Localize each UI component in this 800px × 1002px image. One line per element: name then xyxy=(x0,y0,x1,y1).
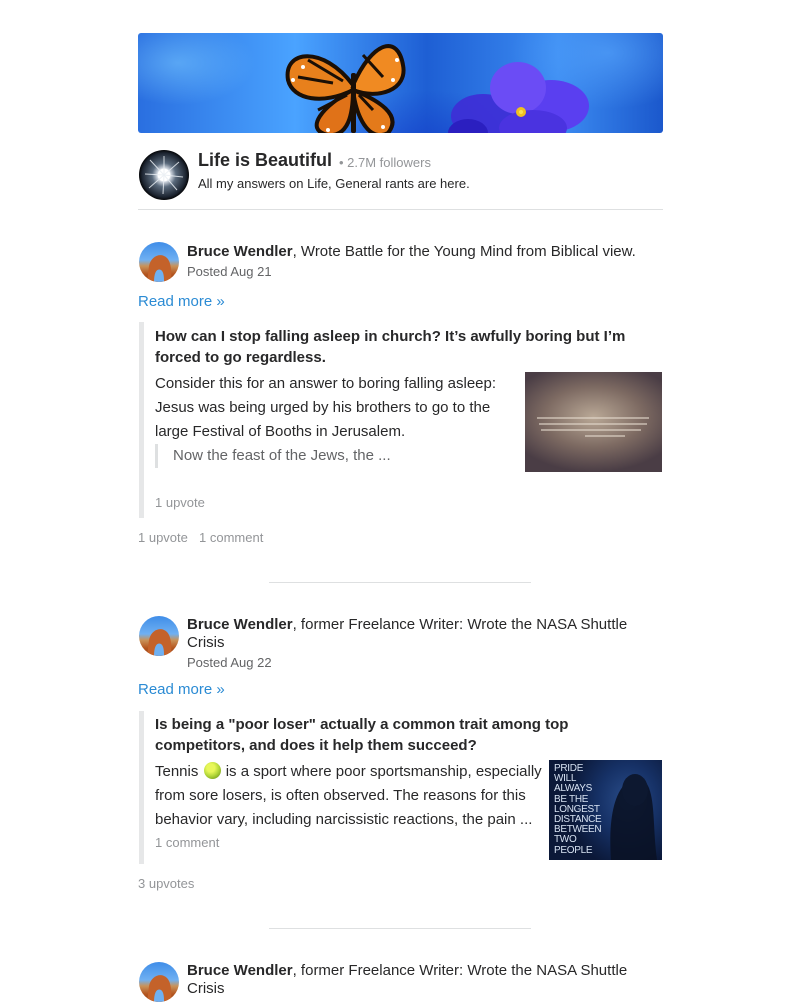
post-date[interactable]: Posted Aug 22 xyxy=(187,655,272,670)
question-title[interactable]: Is being a "poor loser" actually a commo… xyxy=(155,714,660,756)
post-upvotes[interactable]: 1 upvote xyxy=(138,530,188,545)
rock-arch-icon xyxy=(147,255,172,282)
question-title[interactable]: How can I stop falling asleep in church?… xyxy=(155,326,660,368)
answer-line: Consider this for an answer to boring fa… xyxy=(155,375,497,392)
author-name[interactable]: Bruce Wendler xyxy=(187,962,293,979)
verse-image xyxy=(537,417,649,437)
author-avatar[interactable] xyxy=(139,242,179,282)
tennis-ball-icon xyxy=(203,762,221,779)
answer-line: from sore losers, is often observed. The… xyxy=(155,787,526,804)
space-avatar[interactable] xyxy=(139,150,189,200)
inner-comment-count[interactable]: 1 comment xyxy=(155,835,219,850)
author-name[interactable]: Bruce Wendler xyxy=(187,616,293,633)
rock-arch-icon xyxy=(147,975,172,1002)
author-avatar[interactable] xyxy=(139,616,179,656)
rock-arch-icon xyxy=(147,629,172,656)
answer-thumbnail[interactable]: PRIDE WILL ALWAYS BE THE LONGEST DISTANC… xyxy=(549,760,662,860)
space-cover-image xyxy=(138,33,663,133)
read-more-link[interactable]: Read more » xyxy=(138,681,225,698)
answer-line: behavior vary, including narcissistic re… xyxy=(155,811,533,828)
answer-line-rest: is a sport where poor sportsmanship, esp… xyxy=(225,763,542,780)
space-followers-count: • 2.7M followers xyxy=(339,155,431,170)
post-upvotes[interactable]: 3 upvotes xyxy=(138,876,194,891)
answer-line: large Festival of Booths in Jerusalem. xyxy=(155,423,406,440)
answer-line: Jesus was being urged by his brothers to… xyxy=(155,399,491,416)
post-separator xyxy=(269,582,531,583)
inner-quote-text: Now the feast of the Jews, the ... xyxy=(173,447,391,464)
answer-line: Tennis is a sport where poor sportsmansh… xyxy=(155,760,542,784)
author-line: Bruce Wendler, Wrote Battle for the Youn… xyxy=(187,243,647,261)
inner-upvote-count[interactable]: 1 upvote xyxy=(155,495,205,510)
post-separator xyxy=(269,928,531,929)
author-line: Bruce Wendler, former Freelance Writer: … xyxy=(187,962,647,998)
answer-thumbnail[interactable] xyxy=(525,372,662,472)
dandelion-icon xyxy=(144,156,184,195)
image-caption: PRIDE WILL ALWAYS BE THE LONGEST DISTANC… xyxy=(554,763,602,856)
butterfly-flower-illustration xyxy=(285,44,589,133)
author-credential: , Wrote Battle for the Young Mind from B… xyxy=(292,243,636,260)
author-name[interactable]: Bruce Wendler xyxy=(187,243,293,260)
header-divider xyxy=(138,209,663,210)
post-comments[interactable]: 1 comment xyxy=(199,530,263,545)
shared-answer-bar xyxy=(139,711,144,864)
answer-preview[interactable]: Tennis is a sport where poor sportsmansh… xyxy=(155,760,542,832)
post-date[interactable]: Posted Aug 21 xyxy=(187,264,272,279)
answer-preview[interactable]: Consider this for an answer to boring fa… xyxy=(155,372,496,444)
answer-word: Tennis xyxy=(155,763,199,780)
inner-quote-bar xyxy=(155,444,158,468)
caption-word: PEOPLE xyxy=(554,844,593,856)
author-avatar[interactable] xyxy=(139,962,179,1002)
read-more-link[interactable]: Read more » xyxy=(138,293,225,310)
shared-answer-bar xyxy=(139,322,144,518)
space-page: Life is Beautiful • 2.7M followers All m… xyxy=(0,0,800,1002)
author-line: Bruce Wendler, former Freelance Writer: … xyxy=(187,616,647,652)
space-title[interactable]: Life is Beautiful xyxy=(198,150,332,171)
space-description: All my answers on Life, General rants ar… xyxy=(198,176,470,191)
